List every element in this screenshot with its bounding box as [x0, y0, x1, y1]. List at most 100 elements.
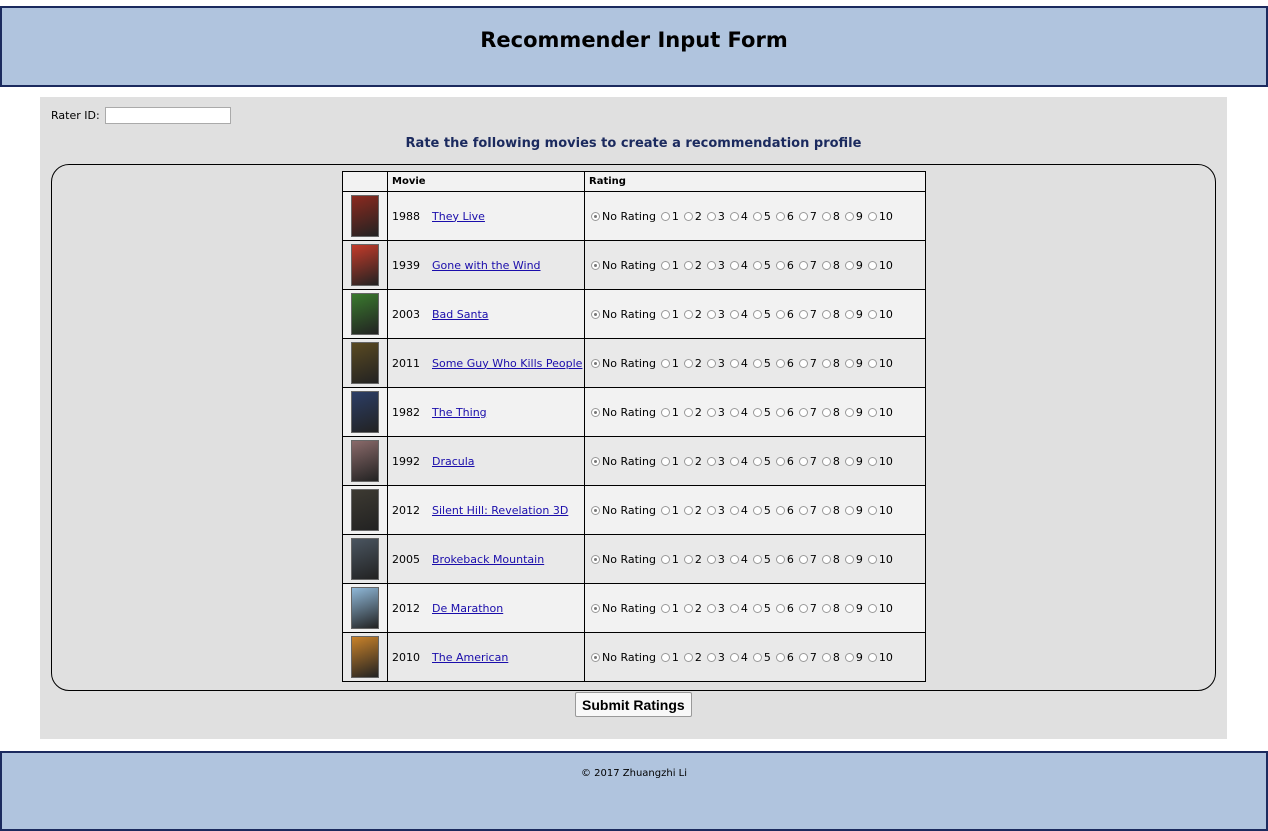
rating-radio[interactable] — [706, 506, 716, 515]
rating-radio[interactable] — [752, 359, 762, 368]
rating-option[interactable]: 9 — [844, 455, 863, 468]
rating-radio[interactable] — [752, 653, 762, 662]
rating-radio[interactable] — [798, 457, 808, 466]
rating-radio[interactable] — [683, 604, 693, 613]
rating-option[interactable]: 10 — [867, 504, 893, 517]
rating-radio[interactable] — [775, 261, 785, 270]
rating-option[interactable]: 7 — [798, 308, 817, 321]
rating-radio[interactable] — [752, 408, 762, 417]
rating-option[interactable]: 9 — [844, 259, 863, 272]
rating-radio[interactable] — [706, 604, 716, 613]
rating-radio[interactable] — [591, 506, 600, 515]
rating-option[interactable]: 6 — [775, 357, 794, 370]
rating-option[interactable]: 2 — [683, 406, 702, 419]
rating-radio[interactable] — [729, 457, 739, 466]
rating-radio[interactable] — [775, 457, 785, 466]
rating-radio[interactable] — [683, 261, 693, 270]
rating-option[interactable]: 4 — [729, 455, 748, 468]
rating-option[interactable]: 3 — [706, 357, 725, 370]
rating-radio[interactable] — [867, 212, 877, 221]
rating-option[interactable]: 4 — [729, 504, 748, 517]
rating-option[interactable]: No Rating — [591, 308, 656, 321]
rating-option[interactable]: 5 — [752, 357, 771, 370]
rating-option[interactable]: 2 — [683, 504, 702, 517]
rating-radio[interactable] — [867, 506, 877, 515]
rating-radio[interactable] — [867, 359, 877, 368]
rating-option[interactable]: 7 — [798, 651, 817, 664]
rating-option[interactable]: 1 — [660, 406, 679, 419]
rating-option[interactable]: 10 — [867, 651, 893, 664]
rating-radio[interactable] — [844, 359, 854, 368]
rating-radio[interactable] — [844, 653, 854, 662]
rating-radio[interactable] — [660, 261, 670, 270]
rating-radio[interactable] — [706, 408, 716, 417]
rating-option[interactable]: 10 — [867, 602, 893, 615]
rating-radio[interactable] — [821, 604, 831, 613]
rating-option[interactable]: 5 — [752, 455, 771, 468]
rating-option[interactable]: 3 — [706, 504, 725, 517]
rating-option[interactable]: No Rating — [591, 259, 656, 272]
rating-option[interactable]: 6 — [775, 602, 794, 615]
rating-option[interactable]: 9 — [844, 553, 863, 566]
rater-id-input[interactable] — [105, 107, 232, 124]
rating-radio[interactable] — [844, 555, 854, 564]
rating-radio[interactable] — [729, 212, 739, 221]
rating-option[interactable]: 5 — [752, 210, 771, 223]
rating-radio[interactable] — [729, 408, 739, 417]
rating-option[interactable]: 10 — [867, 259, 893, 272]
rating-radio[interactable] — [683, 212, 693, 221]
rating-option[interactable]: No Rating — [591, 455, 656, 468]
rating-option[interactable]: 7 — [798, 455, 817, 468]
rating-option[interactable]: 2 — [683, 651, 702, 664]
rating-option[interactable]: 10 — [867, 210, 893, 223]
rating-option[interactable]: 5 — [752, 553, 771, 566]
rating-radio[interactable] — [821, 653, 831, 662]
movie-title-link[interactable]: Some Guy Who Kills People — [432, 357, 582, 370]
rating-option[interactable]: 2 — [683, 357, 702, 370]
rating-radio[interactable] — [660, 310, 670, 319]
movie-title-link[interactable]: The American — [432, 651, 508, 664]
rating-option[interactable]: 10 — [867, 406, 893, 419]
rating-radio[interactable] — [729, 653, 739, 662]
rating-radio[interactable] — [775, 555, 785, 564]
rating-option[interactable]: 8 — [821, 210, 840, 223]
rating-radio[interactable] — [798, 310, 808, 319]
rating-option[interactable]: 1 — [660, 210, 679, 223]
rating-radio[interactable] — [844, 310, 854, 319]
rating-option[interactable]: 8 — [821, 308, 840, 321]
rating-radio[interactable] — [821, 212, 831, 221]
rating-radio[interactable] — [867, 261, 877, 270]
rating-option[interactable]: 4 — [729, 651, 748, 664]
rating-radio[interactable] — [775, 310, 785, 319]
rating-option[interactable]: 3 — [706, 406, 725, 419]
rating-radio[interactable] — [775, 408, 785, 417]
rating-radio[interactable] — [844, 261, 854, 270]
rating-option[interactable]: 6 — [775, 553, 794, 566]
rating-option[interactable]: 1 — [660, 553, 679, 566]
rating-radio[interactable] — [729, 359, 739, 368]
rating-option[interactable]: 9 — [844, 504, 863, 517]
rating-option[interactable]: 1 — [660, 602, 679, 615]
movie-title-link[interactable]: Brokeback Mountain — [432, 553, 544, 566]
rating-option[interactable]: 2 — [683, 455, 702, 468]
rating-radio[interactable] — [752, 261, 762, 270]
submit-ratings-button[interactable]: Submit Ratings — [575, 692, 692, 717]
rating-radio[interactable] — [660, 506, 670, 515]
rating-option[interactable]: 10 — [867, 455, 893, 468]
rating-option[interactable]: 7 — [798, 357, 817, 370]
rating-radio[interactable] — [591, 310, 600, 319]
rating-radio[interactable] — [752, 555, 762, 564]
rating-radio[interactable] — [798, 604, 808, 613]
rating-option[interactable]: 2 — [683, 210, 702, 223]
movie-title-link[interactable]: De Marathon — [432, 602, 503, 615]
rating-option[interactable]: 4 — [729, 357, 748, 370]
rating-radio[interactable] — [775, 212, 785, 221]
rating-radio[interactable] — [660, 359, 670, 368]
rating-radio[interactable] — [729, 506, 739, 515]
rating-radio[interactable] — [752, 212, 762, 221]
rating-radio[interactable] — [683, 359, 693, 368]
rating-option[interactable]: 2 — [683, 553, 702, 566]
rating-radio[interactable] — [798, 359, 808, 368]
rating-option[interactable]: 2 — [683, 602, 702, 615]
rating-option[interactable]: 6 — [775, 504, 794, 517]
